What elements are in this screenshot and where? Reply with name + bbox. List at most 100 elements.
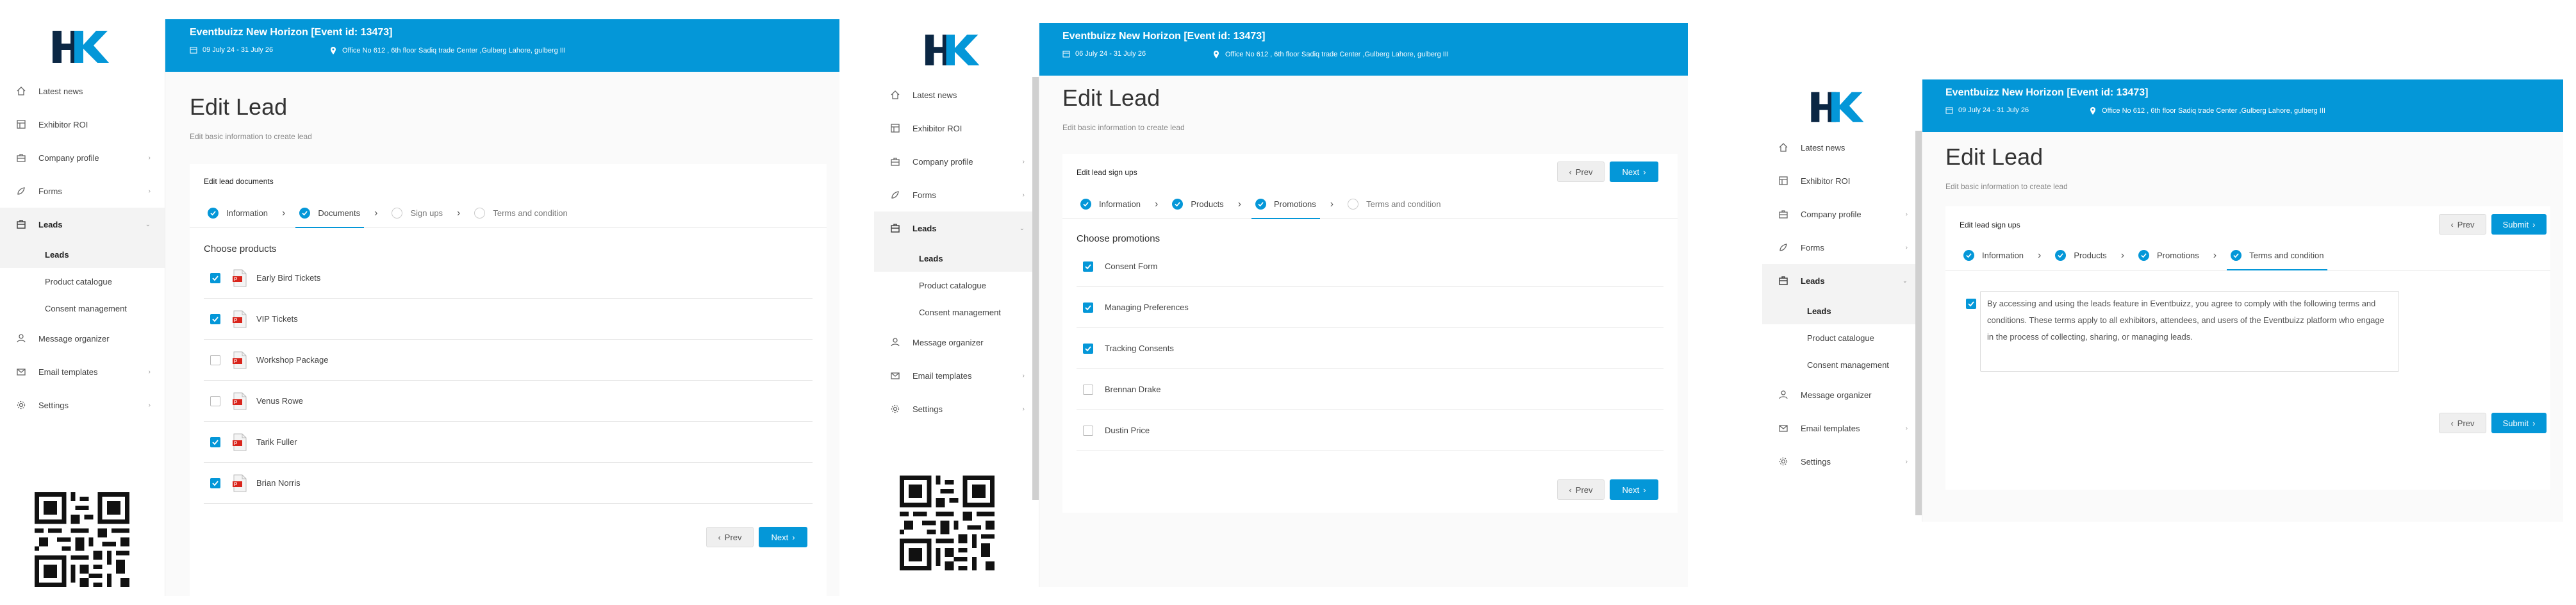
- prev-button[interactable]: ‹ Prev: [2439, 413, 2486, 433]
- chevron-right-icon: ›: [2213, 249, 2217, 261]
- tab-information[interactable]: Information: [1960, 241, 2027, 270]
- sidebar-item-forms[interactable]: Forms ›: [1762, 231, 1922, 264]
- location-pin-icon: [1214, 51, 1219, 58]
- item-checkbox[interactable]: [210, 313, 220, 324]
- list-item[interactable]: Early Bird Tickets: [204, 258, 813, 299]
- sidebar-item-company-profile[interactable]: Company profile ›: [1762, 197, 1922, 231]
- section-title: Choose promotions: [1077, 233, 1160, 244]
- sidebar-subitem-product-catalogue[interactable]: Product catalogue: [0, 268, 165, 295]
- sidebar-item-leads[interactable]: Leads ⌄: [1762, 264, 1922, 297]
- list-item[interactable]: Consent Form: [1077, 246, 1664, 287]
- sidebar-item-forms[interactable]: Forms ›: [0, 174, 165, 208]
- item-checkbox[interactable]: [210, 436, 220, 447]
- sidebar-item-label: Leads: [912, 223, 937, 233]
- item-label: Tarik Fuller: [256, 437, 297, 447]
- sidebar-item-company-profile[interactable]: Company profile ›: [0, 141, 165, 174]
- prev-button[interactable]: ‹ Prev: [1557, 479, 1605, 500]
- tab-terms-and-condition[interactable]: Terms and condition: [2227, 241, 2328, 270]
- list-item[interactable]: Dustin Price: [1077, 410, 1664, 451]
- item-checkbox[interactable]: [210, 395, 220, 406]
- chevron-right-icon: ›: [1643, 485, 1646, 495]
- sidebar-scrollbar[interactable]: [1915, 131, 1922, 515]
- event-title: Eventbuizz New Horizon [Event id: 13473]: [1945, 87, 2149, 98]
- sidebar-item-email-templates[interactable]: Email templates ›: [0, 355, 165, 388]
- gear-icon: [1776, 454, 1790, 468]
- item-checkbox[interactable]: [1083, 425, 1093, 436]
- prev-button[interactable]: ‹ Prev: [706, 527, 754, 547]
- item-checkbox[interactable]: [1083, 302, 1093, 313]
- sidebar-subitem-leads[interactable]: Leads: [1762, 297, 1922, 324]
- next-button[interactable]: Next ›: [759, 527, 807, 547]
- list-item[interactable]: Managing Preferences: [1077, 287, 1664, 328]
- tab-products[interactable]: Products: [2051, 241, 2110, 270]
- list-item[interactable]: Brian Norris: [204, 463, 813, 504]
- terms-checkbox[interactable]: [1966, 299, 1976, 309]
- item-label: Early Bird Tickets: [256, 273, 321, 283]
- sidebar-item-company-profile[interactable]: Company profile ›: [874, 145, 1039, 178]
- terms-textarea[interactable]: By accessing and using the leads feature…: [1980, 291, 2399, 372]
- chevron-right-icon: ›: [148, 187, 151, 195]
- sidebar-item-message-organizer[interactable]: Message organizer: [1762, 378, 1922, 411]
- sidebar-scrollbar[interactable]: [1032, 77, 1039, 500]
- event-date-text: 06 July 24 - 31 July 26: [1075, 50, 1146, 58]
- sidebar-item-exhibitor-roi[interactable]: Exhibitor ROI: [0, 108, 165, 141]
- sidebar-item-settings[interactable]: Settings ›: [1762, 445, 1922, 478]
- tab-information[interactable]: Information: [1077, 190, 1144, 219]
- sidebar-item-message-organizer[interactable]: Message organizer: [0, 322, 165, 355]
- list-item[interactable]: Tracking Consents: [1077, 328, 1664, 369]
- sidebar-item-exhibitor-roi[interactable]: Exhibitor ROI: [1762, 164, 1922, 197]
- item-checkbox[interactable]: [210, 272, 220, 283]
- sidebar-item-exhibitor-roi[interactable]: Exhibitor ROI: [874, 112, 1039, 145]
- next-button[interactable]: Next ›: [1610, 162, 1658, 182]
- list-item[interactable]: Brennan Drake: [1077, 369, 1664, 410]
- tab-promotions[interactable]: Promotions: [2134, 241, 2203, 270]
- sidebar-item-settings[interactable]: Settings ›: [0, 388, 165, 422]
- sidebar-subitem-leads[interactable]: Leads: [0, 241, 165, 268]
- hk-logo: [924, 32, 986, 71]
- sidebar-item-email-templates[interactable]: Email templates ›: [874, 359, 1039, 392]
- tab-terms-and-condition[interactable]: Terms and condition: [1344, 190, 1444, 219]
- sidebar-subitem-product-catalogue[interactable]: Product catalogue: [1762, 324, 1922, 351]
- sidebar-subitem-consent-management[interactable]: Consent management: [0, 295, 165, 322]
- prev-button[interactable]: ‹ Prev: [2439, 214, 2486, 235]
- sidebar-item-latest-news[interactable]: Latest news: [1762, 131, 1922, 164]
- sidebar-item-leads[interactable]: Leads ⌄: [874, 211, 1039, 245]
- sidebar-item-label: Company profile: [38, 153, 99, 163]
- list-item[interactable]: Tarik Fuller: [204, 422, 813, 463]
- event-date: 09 July 24 - 31 July 26: [190, 46, 273, 54]
- tab-information[interactable]: Information: [204, 199, 272, 228]
- sidebar-item-forms[interactable]: Forms ›: [874, 178, 1039, 211]
- list-item[interactable]: VIP Tickets: [204, 299, 813, 340]
- sidebar-item-email-templates[interactable]: Email templates ›: [1762, 411, 1922, 445]
- chevron-right-icon: ›: [1022, 158, 1025, 165]
- tab-products[interactable]: Products: [1168, 190, 1227, 219]
- tab-documents[interactable]: Documents: [295, 199, 364, 228]
- sidebar-subitem-leads[interactable]: Leads: [874, 245, 1039, 272]
- leads-icon: [1776, 274, 1790, 288]
- sidebar-subitem-consent-management[interactable]: Consent management: [874, 299, 1039, 326]
- item-checkbox[interactable]: [210, 354, 220, 365]
- submit-button[interactable]: Submit ›: [2491, 413, 2547, 433]
- item-checkbox[interactable]: [1083, 343, 1093, 354]
- tab-sign-ups[interactable]: Sign ups: [388, 199, 447, 228]
- sidebar-item-settings[interactable]: Settings ›: [874, 392, 1039, 426]
- pdf-file-icon: [232, 474, 247, 492]
- list-item[interactable]: Venus Rowe: [204, 381, 813, 422]
- sidebar-subitem-product-catalogue[interactable]: Product catalogue: [874, 272, 1039, 299]
- sidebar-item-leads[interactable]: Leads ⌄: [0, 208, 165, 241]
- submit-button[interactable]: Submit ›: [2491, 214, 2547, 235]
- prev-button[interactable]: ‹ Prev: [1557, 162, 1605, 182]
- next-button[interactable]: Next ›: [1610, 479, 1658, 500]
- empty-circle-icon: [392, 208, 403, 219]
- sidebar-subitem-consent-management[interactable]: Consent management: [1762, 351, 1922, 378]
- item-checkbox[interactable]: [210, 477, 220, 488]
- list-item[interactable]: Workshop Package: [204, 340, 813, 381]
- item-checkbox[interactable]: [1083, 384, 1093, 395]
- item-checkbox[interactable]: [1083, 261, 1093, 272]
- chevron-left-icon: ‹: [2450, 219, 2454, 229]
- tab-promotions[interactable]: Promotions: [1251, 190, 1320, 219]
- sidebar-item-message-organizer[interactable]: Message organizer: [874, 326, 1039, 359]
- tab-terms-and-condition[interactable]: Terms and condition: [470, 199, 571, 228]
- sidebar-item-latest-news[interactable]: Latest news: [0, 74, 165, 108]
- sidebar-item-latest-news[interactable]: Latest news: [874, 78, 1039, 112]
